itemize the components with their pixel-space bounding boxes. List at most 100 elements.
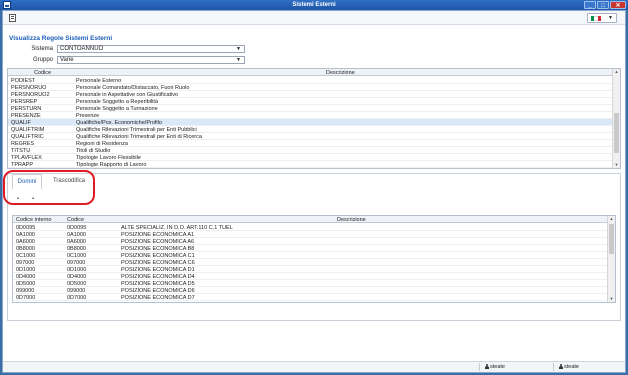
cell-codice-interno: 0B8000 <box>16 245 35 252</box>
user-icon <box>485 364 489 369</box>
cell-codice: TPLAVFLEX <box>11 154 42 161</box>
cell-descrizione: POSIZIONE ECONOMICA A1 <box>121 231 195 238</box>
user-icon <box>559 364 563 369</box>
cell-codice: 0D0095 <box>67 224 87 231</box>
cell-codice: 0A1000 <box>67 231 86 238</box>
regole-grid[interactable]: Codice Descrizione PODIEST Personale Este… <box>7 68 621 169</box>
cell-codice: 0D1000 <box>67 266 87 273</box>
toolbar: ▼ <box>3 11 625 25</box>
window-title: Sistemi Esterni <box>292 2 336 8</box>
table-row[interactable]: QUALIFTRIM Qualifiche Rilevazioni Trimest… <box>8 126 612 133</box>
domini-grid[interactable]: Codice interno Codice Descrizione 0D0095… <box>12 215 616 303</box>
table-row[interactable]: PERSNORUO Personale Comandato/Distaccato,… <box>8 84 612 91</box>
table-row[interactable]: 0D5000 0D5000 POSIZIONE ECONOMICA D5 <box>13 280 607 287</box>
cell-descrizione: Personale Soggetto a Reperibilità <box>76 98 158 105</box>
cell-codice-interno: 0A6000 <box>16 238 35 245</box>
cell-codice-interno: 097000 <box>16 259 35 266</box>
cell-codice: 0B8000 <box>67 245 86 252</box>
scroll-up-icon[interactable]: ▲ <box>608 216 615 222</box>
cell-codice: QUALIF <box>11 119 31 126</box>
cell-descrizione: Personale Soggetto a Turnazione <box>76 105 158 112</box>
table-row[interactable]: QUALIF Qualifiche/Pos. Economiche/Profilo <box>8 119 612 126</box>
cell-descrizione: Qualifiche Rilevazioni Trimestrali per E… <box>76 126 197 133</box>
regole-scrollbar[interactable]: ▲ ▼ <box>612 69 620 168</box>
table-row[interactable]: PODIEST Personale Esterno <box>8 77 612 84</box>
table-row[interactable]: 0A6000 0A6000 POSIZIONE ECONOMICA A6 <box>13 238 607 245</box>
table-row[interactable]: 0D1000 0D1000 POSIZIONE ECONOMICA D1 <box>13 266 607 273</box>
table-row[interactable]: TPRAPP Tipologie Rapporto di Lavoro <box>8 161 612 168</box>
minimize-button[interactable]: _ <box>584 1 596 9</box>
status-bar: steate steate <box>3 361 625 372</box>
cell-codice-interno: 0D1000 <box>16 266 36 273</box>
column-header-descrizione[interactable]: Descrizione <box>326 70 355 76</box>
table-row[interactable]: PERSNORUO2 Personale in Aspettative con G… <box>8 91 612 98</box>
cell-codice: 0D7000 <box>67 294 87 301</box>
chevron-down-icon: ▼ <box>236 46 241 52</box>
cell-codice-interno: 0A1000 <box>16 231 35 238</box>
table-row[interactable]: TPLAVFLEX Tipologie Lavoro Flessibile <box>8 154 612 161</box>
domini-grid-header: Codice interno Codice Descrizione <box>13 216 607 223</box>
table-row[interactable]: PERSREP Personale Soggetto a Reperibilità <box>8 98 612 105</box>
status-user-2-label: steate <box>564 364 579 370</box>
scroll-thumb[interactable] <box>614 113 619 153</box>
sistema-select[interactable]: CONTOANNUO ▼ <box>57 45 245 53</box>
status-user-2: steate <box>559 364 579 370</box>
table-row[interactable]: 0D7000 0D7000 POSIZIONE ECONOMICA D7 <box>13 294 607 301</box>
status-user-1: steate <box>485 364 505 370</box>
table-row[interactable]: 097000 097000 POSIZIONE ECONOMICA C6 <box>13 259 607 266</box>
table-row[interactable]: PRESENZE Presenze <box>8 112 612 119</box>
column-header-codice[interactable]: Codice <box>67 217 84 223</box>
table-row[interactable]: 099000 099000 POSIZIONE ECONOMICA D6 <box>13 287 607 294</box>
document-icon[interactable] <box>9 14 16 22</box>
scroll-thumb[interactable] <box>609 224 614 254</box>
maximize-button[interactable]: □ <box>597 1 609 9</box>
domini-scrollbar[interactable]: ▲ ▼ <box>607 216 615 302</box>
cell-codice: 0D4000 <box>67 273 87 280</box>
scroll-down-icon[interactable]: ▼ <box>608 296 615 302</box>
cell-codice: TPRAPP <box>11 161 34 168</box>
column-header-codice[interactable]: Codice <box>34 70 51 76</box>
cell-codice: REGRES <box>11 140 35 147</box>
cell-descrizione: Titoli di Studio <box>76 147 111 154</box>
chevron-down-icon: ▼ <box>608 15 613 21</box>
scroll-up-icon[interactable]: ▲ <box>613 69 620 75</box>
cell-descrizione: Personale in Aspettative con Giustificat… <box>76 91 179 98</box>
cell-codice: 0C1000 <box>67 252 87 259</box>
column-header-descrizione[interactable]: Descrizione <box>337 217 366 223</box>
cell-codice-interno: 0D0095 <box>16 224 36 231</box>
table-row[interactable]: 0D0095 0D0095 ALTE SPECIALIZ. IN D.O. ART.… <box>13 224 607 231</box>
table-row[interactable]: 0B8000 0B8000 POSIZIONE ECONOMICA B8 <box>13 245 607 252</box>
table-row[interactable]: QUALIFTRIC Qualifiche Rilevazioni Trimest… <box>8 133 612 140</box>
chevron-down-icon: ▼ <box>236 57 241 63</box>
cell-codice: 099000 <box>67 287 86 294</box>
tabs-panel: Domini Trascodifica ▲ ▲ Codice interno C… <box>7 173 621 321</box>
cell-codice: PERSNORUO2 <box>11 91 50 98</box>
table-row[interactable]: 0A1000 0A1000 POSIZIONE ECONOMICA A1 <box>13 231 607 238</box>
status-separator <box>479 363 480 371</box>
gruppo-select[interactable]: Varie ▼ <box>57 56 245 64</box>
column-header-codice-interno[interactable]: Codice interno <box>16 217 51 223</box>
language-select[interactable]: ▼ <box>587 13 617 23</box>
cell-descrizione: Tipologie Rapporto di Lavoro <box>76 161 147 168</box>
title-bar: Sistemi Esterni _ □ ✕ <box>0 0 628 10</box>
close-button[interactable]: ✕ <box>610 1 626 9</box>
scroll-down-icon[interactable]: ▼ <box>613 162 620 168</box>
cell-codice-interno: 099000 <box>16 287 35 294</box>
italy-flag-icon <box>591 16 601 21</box>
cell-codice: 097000 <box>67 259 86 266</box>
cell-descrizione: POSIZIONE ECONOMICA C1 <box>121 252 195 259</box>
cell-codice: TITSTU <box>11 147 31 154</box>
cell-descrizione: Regioni di Residenza <box>76 140 128 147</box>
status-user-1-label: steate <box>490 364 505 370</box>
table-row[interactable]: 0D4000 0D4000 POSIZIONE ECONOMICA D4 <box>13 273 607 280</box>
cell-descrizione: POSIZIONE ECONOMICA D4 <box>121 273 195 280</box>
cell-codice: PERSNORUO <box>11 84 47 91</box>
cell-codice: QUALIFTRIC <box>11 133 44 140</box>
table-row[interactable]: REGRES Regioni di Residenza <box>8 140 612 147</box>
cell-codice-interno: 0C1000 <box>16 252 36 259</box>
cell-codice: PERSTURN <box>11 105 42 112</box>
table-row[interactable]: PERSTURN Personale Soggetto a Turnazione <box>8 105 612 112</box>
table-row[interactable]: TITSTU Titoli di Studio <box>8 147 612 154</box>
table-row[interactable]: 0C1000 0C1000 POSIZIONE ECONOMICA C1 <box>13 252 607 259</box>
cell-descrizione: POSIZIONE ECONOMICA C6 <box>121 259 195 266</box>
